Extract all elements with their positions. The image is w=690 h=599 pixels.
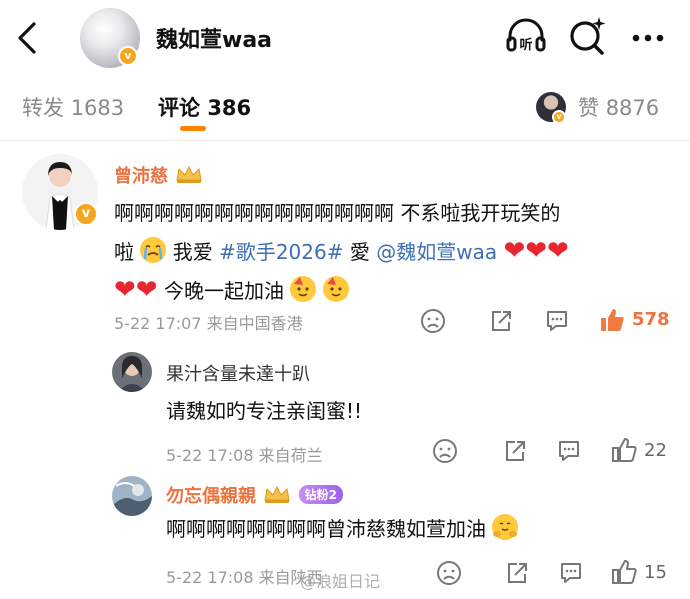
party-face-icon	[322, 276, 349, 302]
main-comment-text: 今晚一起加油	[163, 279, 284, 303]
main-comment-author-name: 曾沛慈	[114, 166, 168, 187]
reply1-avatar[interactable]	[112, 352, 152, 392]
dislike-button[interactable]	[420, 308, 446, 334]
more-icon	[632, 34, 664, 42]
share-button[interactable]	[488, 308, 514, 334]
thumb-up-icon	[601, 309, 624, 331]
sad-face-icon	[421, 309, 445, 333]
tab-comments-label: 评论	[158, 96, 200, 120]
tab-reposts[interactable]: 转发 1683	[22, 92, 124, 122]
reply2-author[interactable]: 勿忘偶親親 钻粉2	[166, 482, 343, 508]
tab-likes[interactable]: 赞 8876	[578, 92, 659, 122]
main-comment-location: 来自中国香港	[206, 314, 303, 333]
comment-button[interactable]	[556, 438, 582, 464]
main-comment-line2: 啦 我爱 #歌手2026# 愛 @魏如萱waa ❤❤❤	[114, 232, 674, 271]
main-comment-line3: ❤❤ 今晚一起加油	[114, 271, 674, 310]
thumb-up-icon	[612, 560, 637, 584]
comment-icon	[547, 311, 567, 331]
reply1-location: 来自荷兰	[258, 446, 323, 465]
reply2-text: 啊啊啊啊啊啊啊啊曾沛慈魏如萱加油	[166, 517, 486, 541]
main-comment-text: 愛	[343, 240, 377, 264]
heart-icon: ❤	[547, 236, 569, 266]
page-title[interactable]: 魏如萱waa	[156, 22, 272, 54]
tab-likes-label: 赞	[578, 96, 599, 120]
party-face-icon	[290, 276, 317, 302]
main-comment-text: 啦	[114, 240, 134, 264]
crown-icon	[262, 484, 292, 504]
main-comment-author[interactable]: 曾沛慈	[114, 162, 204, 188]
verified-icon: v	[552, 110, 566, 124]
like-button[interactable]	[610, 558, 637, 584]
main-comment-time: 5-22 17:07	[114, 314, 202, 333]
listen-icon: 听	[506, 18, 546, 53]
mention-link[interactable]: @魏如萱waa	[376, 240, 497, 264]
hug-face-icon	[492, 514, 519, 540]
heart-icon: ❤	[503, 236, 526, 266]
comment-button[interactable]	[544, 308, 570, 334]
reply1-like-count: 22	[644, 440, 667, 461]
dislike-button[interactable]	[436, 560, 462, 586]
fan-level-badge: 钻粉2	[298, 485, 343, 504]
tab-comments-count: 386	[207, 96, 252, 120]
tab-likes-count: 8876	[605, 96, 660, 120]
verified-icon: v	[118, 46, 138, 66]
share-button[interactable]	[504, 560, 530, 586]
avatar-figure	[112, 476, 152, 516]
main-comment-content: 啊啊啊啊啊啊啊啊啊啊啊啊啊啊 不系啦我开玩笑的 啦 我爱 #歌手2026# 愛 …	[114, 194, 674, 310]
listen-button[interactable]: 听	[504, 14, 548, 58]
main-comment-line1: 啊啊啊啊啊啊啊啊啊啊啊啊啊啊 不系啦我开玩笑的	[114, 201, 561, 225]
search-button[interactable]	[566, 14, 610, 58]
more-button[interactable]	[626, 14, 670, 58]
reply2-author-name: 勿忘偶親親	[166, 486, 256, 507]
crown-icon	[174, 164, 204, 184]
crying-face-icon	[140, 237, 167, 263]
avatar-figure	[112, 352, 152, 392]
tab-reposts-label: 转发	[22, 96, 64, 120]
comment-icon	[559, 441, 579, 461]
sad-face-icon	[433, 439, 457, 463]
main-comment-like-count: 578	[632, 309, 670, 330]
comment-icon	[561, 563, 581, 583]
watermark: @浪姐日记	[300, 572, 381, 591]
share-icon	[508, 563, 527, 583]
reply2-content: 啊啊啊啊啊啊啊啊曾沛慈魏如萱加油	[166, 510, 519, 548]
tab-reposts-count: 1683	[70, 96, 125, 120]
topic-link[interactable]: #歌手2026#	[219, 240, 343, 264]
main-comment-text: 我爱	[172, 240, 220, 264]
share-icon	[506, 441, 525, 461]
active-tab-indicator	[180, 126, 206, 131]
sad-face-icon	[437, 561, 461, 585]
back-icon	[18, 22, 36, 54]
back-button[interactable]	[14, 18, 44, 58]
like-button[interactable]	[598, 306, 624, 332]
svg-text:听: 听	[519, 37, 532, 53]
search-ai-icon	[570, 17, 606, 55]
reply2-like-count: 15	[644, 562, 667, 583]
share-button[interactable]	[502, 438, 528, 464]
thumb-up-icon	[612, 438, 637, 462]
reply1-content: 请魏如旳专注亲闺蜜!!	[166, 399, 363, 423]
tabs-divider	[0, 140, 690, 141]
reply1-time: 5-22 17:08	[166, 446, 254, 465]
reply2-time: 5-22 17:08	[166, 568, 254, 587]
tab-comments[interactable]: 评论 386	[158, 92, 251, 122]
heart-icon: ❤	[525, 236, 548, 266]
reply1-author[interactable]: 果汁含量未達十趴	[166, 360, 310, 386]
like-button[interactable]	[610, 436, 637, 462]
reply2-avatar[interactable]	[112, 476, 152, 516]
verified-icon: v	[74, 202, 98, 226]
dislike-button[interactable]	[432, 438, 458, 464]
share-icon	[492, 311, 511, 331]
comment-button[interactable]	[558, 560, 584, 586]
heart-icon: ❤	[114, 275, 136, 305]
main-comment-meta: 5-22 17:07 来自中国香港	[114, 310, 303, 334]
reply1-meta: 5-22 17:08 来自荷兰	[166, 442, 323, 466]
heart-icon: ❤	[135, 275, 158, 305]
